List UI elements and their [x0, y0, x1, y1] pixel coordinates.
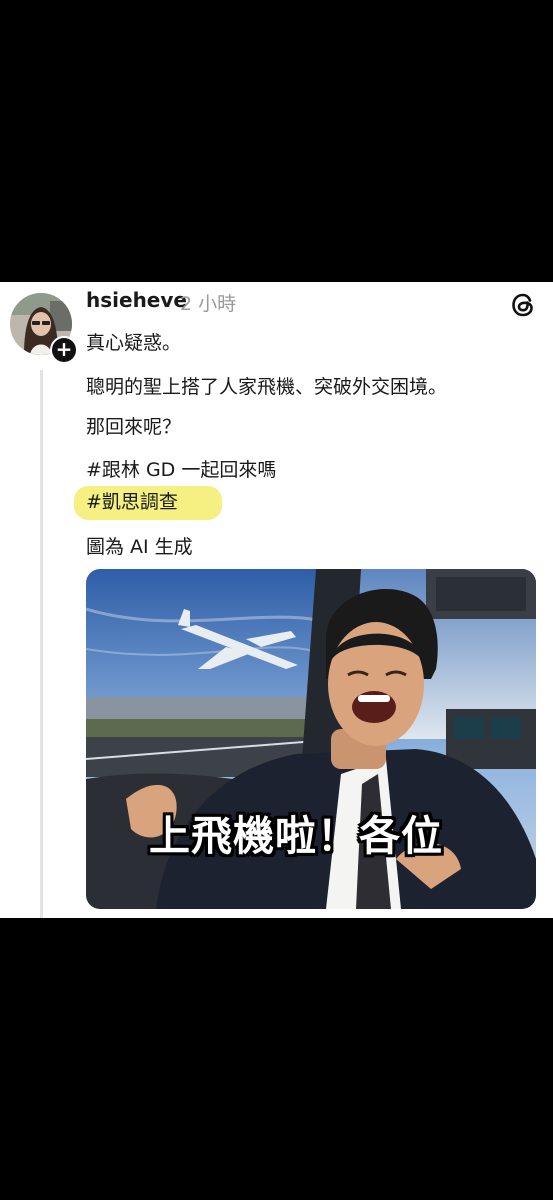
thread-post: + hsieheve 2 小時 真心疑惑。 聰明的聖上搭了人家飛機、突破外交困境…: [0, 282, 553, 918]
follow-plus-icon[interactable]: +: [50, 336, 78, 364]
post-text-line: 那回來呢？: [86, 416, 182, 438]
avatar-container[interactable]: +: [10, 293, 78, 364]
hashtag-link[interactable]: #跟林 GD 一起回來嗎: [86, 455, 276, 482]
post-timestamp: 2 小時: [180, 293, 237, 315]
username[interactable]: hsieheve: [86, 288, 187, 312]
thread-connector-line: [40, 370, 43, 918]
screen: + hsieheve 2 小時 真心疑惑。 聰明的聖上搭了人家飛機、突破外交困境…: [0, 0, 553, 1200]
post-text-line: 真心疑惑。: [86, 332, 182, 354]
threads-logo-icon[interactable]: [509, 291, 537, 319]
post-text-line: 聰明的聖上搭了人家飛機、突破外交困境。: [86, 376, 448, 398]
post-text-line: 圖為 AI 生成: [86, 536, 193, 558]
image-caption-overlay: 上飛機啦！各位: [149, 812, 443, 860]
hashtag-link[interactable]: #凱思調查: [86, 487, 178, 514]
post-image[interactable]: 上飛機啦！各位: [86, 569, 536, 909]
